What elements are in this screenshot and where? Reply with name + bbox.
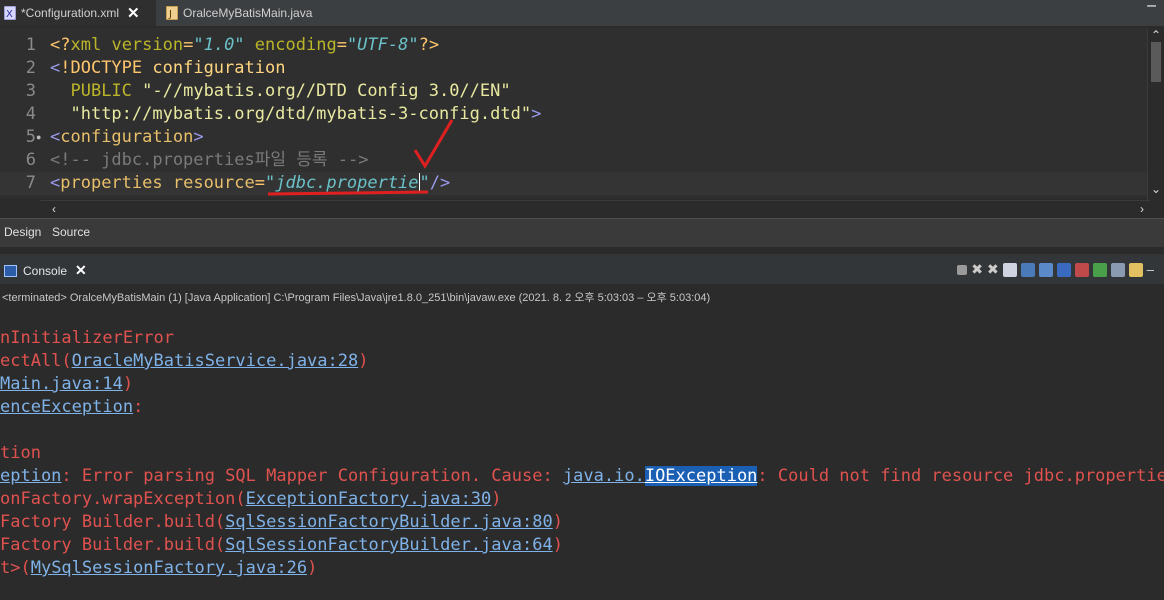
console-line: t>(MySqlSessionFactory.java:26) (0, 558, 318, 578)
console-icon (4, 264, 17, 277)
console-line: Factory Builder.build(SqlSessionFactoryB… (0, 535, 563, 555)
show-stdout-icon[interactable] (1056, 262, 1071, 277)
scroll-right-icon[interactable]: › (1140, 202, 1144, 216)
clear-console-icon[interactable] (1002, 262, 1017, 277)
stack-link[interactable]: eption (0, 466, 61, 486)
ioexception-link-selected[interactable]: IOException (644, 466, 758, 486)
scroll-up-icon[interactable]: ⌃ (1151, 28, 1161, 42)
console-line: ectAll(OracleMyBatisService.java:28) (0, 351, 369, 371)
console-output[interactable]: nInitializerError ectAll(OracleMyBatisSe… (0, 305, 1164, 600)
stack-link[interactable]: Main.java:14 (0, 374, 123, 394)
console-line-cause: eption: Error parsing SQL Mapper Configu… (0, 466, 1164, 486)
stack-link[interactable]: MySqlSessionFactory.java:26 (31, 558, 307, 578)
pin-console-icon[interactable] (1092, 262, 1107, 277)
view-menu-icon[interactable]: – (1147, 262, 1154, 277)
console-title: Console (23, 263, 68, 278)
check-mark-annotation (413, 119, 454, 169)
stack-link[interactable]: SqlSessionFactoryBuilder.java:64 (225, 535, 553, 555)
remove-all-icon[interactable]: ✖ (987, 261, 999, 278)
remove-launch-icon[interactable]: ✖ (971, 261, 983, 278)
console-toolbar: ✖ ✖ – (957, 261, 1154, 278)
console-line: enceException: (0, 397, 144, 417)
console-tab[interactable]: Console ✕ (4, 262, 87, 279)
tab-source[interactable]: Source (52, 225, 90, 239)
cause-package-link[interactable]: java.io. (563, 466, 645, 486)
terminated-status: <terminated> OralceMyBatisMain (1) [Java… (2, 292, 711, 304)
horizontal-scrollbar[interactable]: ‹ › (40, 200, 1150, 217)
stack-link[interactable]: SqlSessionFactoryBuilder.java:80 (225, 512, 553, 532)
console-line: Main.java:14) (0, 374, 134, 394)
console-header: Console ✕ ✖ ✖ – (0, 254, 1164, 284)
design-source-tabs: Design Source (0, 218, 1164, 247)
stack-link[interactable]: ExceptionFactory.java:30 (246, 489, 492, 509)
scroll-lock-icon[interactable] (1020, 262, 1035, 277)
scroll-left-icon[interactable]: ‹ (52, 202, 56, 216)
console-line: nInitializerError (0, 328, 174, 348)
stack-link[interactable]: enceException (0, 397, 133, 417)
vertical-scrollbar[interactable]: ⌃ ⌄ (1147, 28, 1164, 200)
show-stderr-icon[interactable] (1074, 262, 1089, 277)
stack-link[interactable]: OracleMyBatisService.java:28 (72, 351, 359, 371)
scroll-down-icon[interactable]: ⌄ (1151, 182, 1161, 196)
console-line: tion (0, 443, 41, 463)
terminate-icon[interactable] (957, 264, 968, 275)
console-line: Factory Builder.build(SqlSessionFactoryB… (0, 512, 563, 532)
scroll-thumb[interactable] (1151, 42, 1161, 82)
underline-annotation (267, 190, 429, 196)
word-wrap-icon[interactable] (1038, 262, 1053, 277)
tab-design[interactable]: Design (4, 225, 41, 239)
display-console-icon[interactable] (1110, 262, 1125, 277)
open-console-icon[interactable] (1128, 262, 1143, 277)
console-line: onFactory.wrapException(ExceptionFactory… (0, 489, 502, 509)
close-icon[interactable]: ✕ (75, 262, 87, 279)
